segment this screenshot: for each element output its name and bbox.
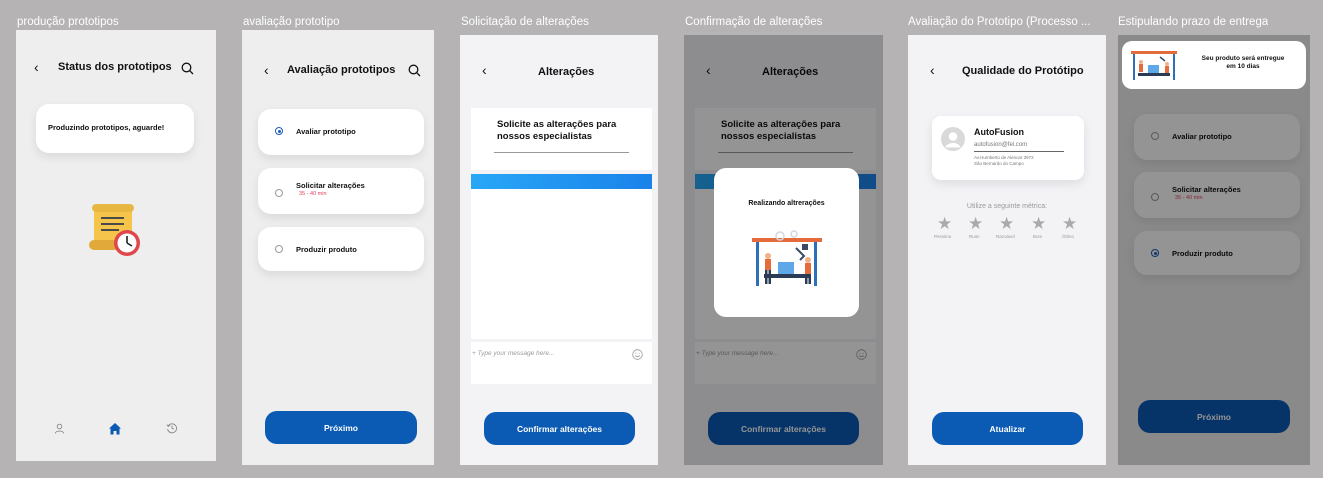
status-card: Produzindo prototipos, aguarde! xyxy=(36,104,194,153)
star-icon[interactable]: ★ xyxy=(1031,215,1046,232)
modal-text: Realizando altrerações xyxy=(748,200,825,207)
rating-label: Pessimo xyxy=(934,234,952,239)
frame-status-prototipos: ‹ Status dos prototipos Produzindo proto… xyxy=(16,30,216,461)
star-icon[interactable]: ★ xyxy=(999,215,1014,232)
home-icon[interactable] xyxy=(108,422,122,435)
company-address-line2: São Bernardo do Campo xyxy=(974,161,1024,166)
company-address-line1: Av.Humberto de Alencar 3972 xyxy=(974,155,1034,160)
frame-label-avaliacao: avaliação prototipo xyxy=(243,16,340,28)
search-icon[interactable] xyxy=(181,62,194,75)
metric-prompt: Utilize a seguinte métrica: xyxy=(966,203,1048,210)
factory-illustration xyxy=(1131,51,1177,80)
star-icon[interactable]: ★ xyxy=(1062,215,1077,232)
person-icon[interactable] xyxy=(54,423,65,434)
radio-avaliar[interactable] xyxy=(275,127,283,135)
history-icon[interactable] xyxy=(166,422,178,434)
frame-label-confirmacao: Confirmação de alterações xyxy=(685,16,823,28)
factory-illustration xyxy=(752,230,822,286)
page-title: Status dos prototipos xyxy=(58,61,172,73)
option-time: 35 - 40 min xyxy=(299,191,327,197)
radio-solicitar[interactable] xyxy=(275,189,283,197)
divider xyxy=(974,151,1064,152)
back-icon[interactable]: ‹ xyxy=(930,63,935,77)
company-email: autofusion@fei.com xyxy=(974,142,1028,148)
atualizar-button[interactable]: Atualizar xyxy=(932,412,1083,445)
message-input[interactable]: + Type your message here... xyxy=(472,350,554,357)
radio-produzir[interactable] xyxy=(275,245,283,253)
star-icon[interactable]: ★ xyxy=(937,215,952,232)
chat-area xyxy=(471,189,652,339)
option-label: Avaliar prototipo xyxy=(296,127,356,136)
frame-qualidade-prototipo: ‹ Qualidade do Protótipo AutoFusion auto… xyxy=(908,35,1106,465)
accent-bar xyxy=(471,174,652,189)
modal-overlay xyxy=(1118,35,1310,465)
divider xyxy=(494,152,629,153)
delivery-notice: Seu produto será entregue em 10 dias xyxy=(1122,41,1306,89)
frame-label-prazo: Estipulando prazo de entrega xyxy=(1118,16,1269,28)
rating-label: Ótimo xyxy=(1062,234,1075,239)
frame-confirmacao-alteracoes: ‹ Alterações Solicite as alterações para… xyxy=(684,35,883,465)
option-avaliar[interactable]: Avaliar prototipo xyxy=(258,109,424,155)
proximo-button[interactable]: Próximo xyxy=(265,411,417,444)
option-solicitar[interactable]: Solicitar alterações 35 - 40 min xyxy=(258,168,424,214)
company-card: AutoFusion autofusion@fei.com Av.Humbert… xyxy=(932,116,1084,180)
delivery-notice-line1: Seu produto será entregue xyxy=(1201,55,1285,62)
page-title: Qualidade do Protótipo xyxy=(962,65,1084,77)
page-title: Alterações xyxy=(538,66,595,78)
page-title: Avaliação prototipos xyxy=(287,64,396,76)
frame-label-producao: produção prototipos xyxy=(17,16,119,28)
request-heading: Solicite as alterações para nossos espec… xyxy=(497,119,617,142)
rating-label: Ruim xyxy=(969,234,980,239)
emoji-icon[interactable] xyxy=(632,349,643,360)
frame-avaliacao-prototipos: ‹ Avaliação prototipos Avaliar prototipo… xyxy=(242,30,434,465)
search-icon[interactable] xyxy=(408,64,421,77)
frame-solicitacao-alteracoes: ‹ Alterações Solicite as alterações para… xyxy=(460,35,658,465)
avatar xyxy=(941,127,965,151)
rating-label: Bom xyxy=(1033,234,1043,239)
option-label: Solicitar alterações xyxy=(296,181,365,190)
option-produzir[interactable]: Produzir produto xyxy=(258,227,424,271)
message-input-bar[interactable]: + Type your message here... xyxy=(471,342,652,384)
processing-modal: Realizando altrerações xyxy=(714,168,859,317)
rating-label: Razoável xyxy=(996,234,1015,239)
frame-label-avaliacao-processo: Avaliação do Prototipo (Processo ... xyxy=(908,16,1091,28)
star-icon[interactable]: ★ xyxy=(968,215,983,232)
frame-label-solicitacao: Solicitação de alterações xyxy=(461,16,589,28)
delivery-notice-line2: em 10 dias xyxy=(1226,63,1260,70)
back-icon[interactable]: ‹ xyxy=(264,63,269,77)
confirmar-alteracoes-button[interactable]: Confirmar alterações xyxy=(484,412,635,445)
back-icon[interactable]: ‹ xyxy=(34,60,39,74)
back-icon[interactable]: ‹ xyxy=(482,63,487,77)
status-message: Produzindo prototipos, aguarde! xyxy=(48,123,165,132)
option-label: Produzir produto xyxy=(296,245,357,254)
document-clock-icon xyxy=(89,204,140,256)
heading-box: Solicite as alterações para nossos espec… xyxy=(471,108,652,170)
frame-prazo-entrega: Avaliar prototipo Solicitar alterações 3… xyxy=(1118,35,1310,465)
company-name: AutoFusion xyxy=(974,127,1024,137)
